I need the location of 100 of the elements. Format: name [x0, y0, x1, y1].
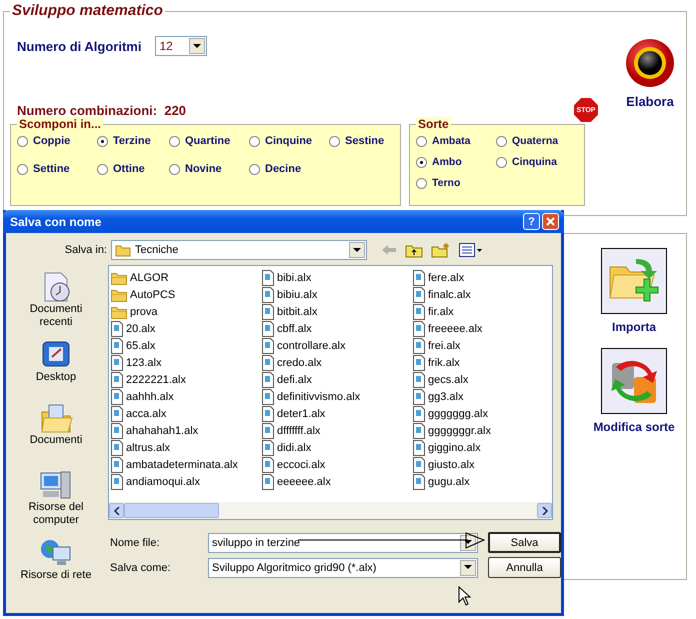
- action-label[interactable]: Modifica sorte: [593, 420, 675, 434]
- radio-label[interactable]: Coppie: [33, 135, 70, 147]
- file-name[interactable]: controllare.alx: [277, 340, 346, 352]
- radio-button[interactable]: [249, 136, 260, 146]
- file-name[interactable]: credo.alx: [277, 356, 322, 368]
- radio-button[interactable]: [17, 136, 28, 146]
- algorithms-dropdown[interactable]: 12: [155, 36, 208, 56]
- file-name[interactable]: frei.alx: [428, 340, 460, 352]
- file-name[interactable]: acca.alx: [126, 408, 166, 420]
- file-name[interactable]: andiamoqui.alx: [126, 476, 200, 488]
- radio-button[interactable]: [329, 136, 340, 146]
- cancel-button[interactable]: Annulla: [488, 557, 561, 578]
- file-name[interactable]: fere.alx: [428, 272, 464, 284]
- action-label[interactable]: Importa: [612, 320, 656, 334]
- place-label[interactable]: Documenti: [12, 434, 100, 447]
- round-button-icon[interactable]: [625, 38, 675, 88]
- radio-label[interactable]: Ambata: [432, 135, 471, 147]
- file-name[interactable]: eccoci.alx: [277, 458, 326, 470]
- save-button[interactable]: Salva: [488, 532, 561, 553]
- file-name[interactable]: bibi.alx: [277, 272, 312, 284]
- radio-button[interactable]: [249, 164, 260, 174]
- file-name[interactable]: aahhh.alx: [126, 390, 174, 402]
- view-menu-icon[interactable]: [459, 243, 483, 257]
- file-name[interactable]: 2222221.alx: [126, 374, 186, 386]
- folder-icon[interactable]: [39, 402, 73, 434]
- dropdown-arrow-icon[interactable]: [353, 248, 361, 252]
- place-label[interactable]: Desktop: [12, 371, 100, 384]
- up-folder-icon[interactable]: [405, 242, 423, 258]
- file-name[interactable]: fir.alx: [428, 306, 454, 318]
- radio-label[interactable]: Terzine: [113, 135, 151, 147]
- import-button[interactable]: [601, 248, 667, 314]
- file-name[interactable]: bibiu.alx: [277, 288, 318, 300]
- radio-label[interactable]: Ottine: [113, 163, 145, 175]
- new-folder-icon[interactable]: [431, 242, 451, 258]
- file-name[interactable]: ahahahah1.alx: [126, 424, 198, 436]
- radio-label[interactable]: Quartine: [185, 135, 230, 147]
- close-icon[interactable]: [546, 217, 555, 226]
- file-name[interactable]: giggino.alx: [428, 442, 481, 454]
- file-name[interactable]: AutoPCS: [130, 288, 176, 300]
- file-name[interactable]: giusto.alx: [428, 458, 474, 470]
- file-name[interactable]: dfffffff.alx: [277, 424, 320, 436]
- file-name[interactable]: gugu.alx: [428, 476, 470, 488]
- place-label[interactable]: Risorse del computer: [12, 501, 100, 527]
- place-label[interactable]: Risorse di rete: [12, 569, 100, 582]
- radio-button[interactable]: [416, 178, 427, 188]
- file-name[interactable]: cbff.alx: [277, 322, 312, 334]
- file-name[interactable]: freeeee.alx: [428, 322, 482, 334]
- file-name[interactable]: gg3.alx: [428, 390, 464, 402]
- radio-button[interactable]: [169, 136, 180, 146]
- elabora-label[interactable]: Elabora: [626, 94, 674, 109]
- file-name[interactable]: altrus.alx: [126, 442, 170, 454]
- file-name[interactable]: definitivvismo.alx: [277, 390, 360, 402]
- radio-label[interactable]: Novine: [185, 163, 222, 175]
- file-name[interactable]: gecs.alx: [428, 374, 468, 386]
- radio-button[interactable]: [496, 156, 507, 168]
- radio-label[interactable]: Quaterna: [512, 135, 558, 147]
- file-name[interactable]: eeeeee.alx: [277, 476, 331, 488]
- file-name[interactable]: bitbit.alx: [277, 306, 318, 318]
- radio-label[interactable]: Sestine: [345, 135, 384, 147]
- save-in-dropdown[interactable]: Tecniche: [111, 240, 367, 260]
- radio-label[interactable]: Ambo: [432, 156, 462, 168]
- radio-label[interactable]: Cinquine: [265, 135, 312, 147]
- file-name[interactable]: finalc.alx: [428, 288, 471, 300]
- horizontal-scrollbar[interactable]: [109, 502, 552, 519]
- filename-field[interactable]: sviluppo in terzine: [208, 532, 478, 552]
- radio-label[interactable]: Decine: [265, 163, 302, 175]
- place-label[interactable]: Documenti recenti: [12, 303, 100, 329]
- file-name[interactable]: didi.alx: [277, 442, 312, 454]
- radio-button[interactable]: [97, 136, 108, 146]
- modify-button[interactable]: [601, 348, 667, 414]
- file-name[interactable]: ggggggg.alx: [428, 408, 488, 420]
- radio-button[interactable]: [416, 136, 427, 146]
- help-button[interactable]: ?: [523, 213, 540, 230]
- file-name[interactable]: defi.alx: [277, 374, 312, 386]
- dropdown-arrow-icon[interactable]: [193, 44, 202, 48]
- radio-button[interactable]: [97, 164, 108, 174]
- radio-label[interactable]: Terno: [432, 177, 460, 189]
- filetype-dropdown[interactable]: Sviluppo Algoritmico grid90 (*.alx): [208, 558, 478, 578]
- file-name[interactable]: frik.alx: [428, 356, 460, 368]
- radio-button[interactable]: [17, 164, 28, 174]
- dropdown-arrow-icon[interactable]: [464, 540, 472, 545]
- file-name[interactable]: deter1.alx: [277, 408, 326, 420]
- file-name[interactable]: ALGOR: [130, 272, 169, 284]
- file-name[interactable]: ambatadeterminata.alx: [126, 458, 238, 470]
- radio-label[interactable]: Cinquina: [512, 156, 557, 168]
- dropdown-arrow-icon[interactable]: [464, 565, 472, 570]
- radio-label[interactable]: Settine: [33, 163, 70, 175]
- close-button[interactable]: [542, 213, 559, 230]
- file-name[interactable]: 65.alx: [126, 340, 156, 352]
- radio-button[interactable]: [416, 156, 427, 168]
- radio-button[interactable]: [496, 136, 507, 146]
- computer-icon[interactable]: [39, 469, 73, 501]
- file-name[interactable]: prova: [130, 306, 158, 318]
- scroll-left-icon[interactable]: [114, 506, 120, 514]
- file-name[interactable]: 123.alx: [126, 356, 162, 368]
- file-name[interactable]: gggggggr.alx: [428, 424, 491, 436]
- document-icon: [413, 304, 425, 320]
- file-name[interactable]: 20.alx: [126, 322, 156, 334]
- radio-button[interactable]: [169, 164, 180, 174]
- scroll-right-icon[interactable]: [542, 506, 548, 514]
